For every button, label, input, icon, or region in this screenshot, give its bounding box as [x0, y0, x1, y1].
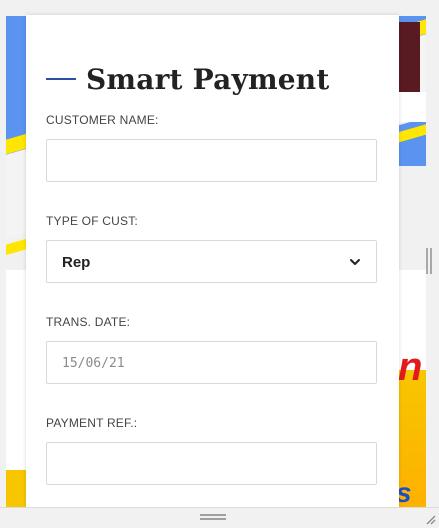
- bottom-resize-bar[interactable]: [0, 507, 439, 528]
- bg-left-edge: [0, 0, 6, 527]
- form-header: Smart Payment: [46, 59, 329, 99]
- customer-name-field-wrapper: [46, 139, 377, 182]
- horizontal-handle-icon[interactable]: [200, 514, 226, 520]
- payment-ref-field-wrapper: [46, 442, 377, 485]
- trans-date-label: TRANS. DATE:: [46, 315, 131, 329]
- bg-yellow-block-left: [6, 470, 28, 510]
- customer-name-label: CUSTOMER NAME:: [46, 113, 159, 127]
- form-title: Smart Payment: [86, 62, 330, 96]
- chevron-down-icon: [350, 259, 360, 265]
- type-of-cust-selected-value: Rep: [62, 254, 91, 271]
- vertical-handle-icon[interactable]: [426, 248, 432, 274]
- bg-red-lettering: n: [398, 345, 423, 389]
- resize-grip-icon[interactable]: [424, 513, 436, 525]
- top-gutter: [0, 0, 439, 15]
- trans-date-value: 15/06/21: [62, 356, 125, 371]
- bg-blue-lettering: s: [396, 477, 412, 508]
- payment-form-card: Smart Payment CUSTOMER NAME: TYPE OF CUS…: [26, 15, 399, 507]
- trans-date-field[interactable]: 15/06/21: [46, 341, 377, 384]
- customer-name-input[interactable]: [47, 140, 376, 181]
- type-of-cust-select[interactable]: Rep: [46, 240, 377, 283]
- type-of-cust-label: TYPE OF CUST:: [46, 214, 138, 228]
- payment-ref-label: PAYMENT REF.:: [46, 416, 138, 430]
- bg-maroon-block: [398, 22, 420, 92]
- payment-ref-input[interactable]: [47, 443, 376, 484]
- title-rule: [46, 78, 76, 80]
